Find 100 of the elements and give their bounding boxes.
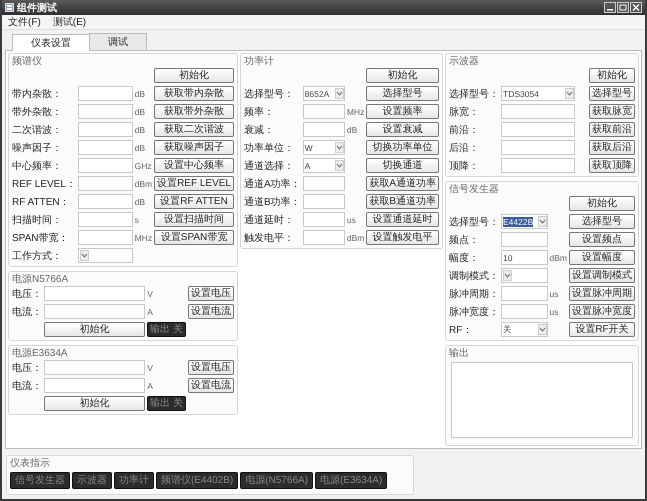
action-button[interactable]: 切换通道 — [366, 158, 439, 173]
dropdown-value: A — [304, 160, 310, 170]
input-field[interactable] — [501, 104, 575, 119]
input-field[interactable] — [78, 194, 133, 209]
action-button[interactable]: 设置电流 — [188, 304, 234, 319]
field-label: 电流： — [12, 380, 42, 392]
action-button[interactable]: 获取带内杂散 — [154, 86, 234, 101]
dropdown[interactable]: TDS3054 — [501, 86, 575, 101]
input-field[interactable] — [501, 140, 575, 155]
indicator-button[interactable]: 电源(E3634A) — [315, 472, 388, 489]
dropdown[interactable]: A — [302, 158, 345, 173]
dropdown[interactable]: 关 — [501, 322, 548, 337]
action-button[interactable]: 获取前沿 — [589, 122, 635, 137]
action-button[interactable]: 选择型号 — [569, 214, 635, 229]
action-button[interactable]: 设置频率 — [366, 104, 439, 119]
action-button[interactable]: 选择型号 — [589, 86, 635, 101]
action-button[interactable]: 获取噪声因子 — [154, 140, 234, 155]
field-label: 前沿： — [449, 124, 480, 136]
indicator-button[interactable]: 信号发生器 — [10, 472, 70, 489]
field-label: 衰减： — [244, 124, 275, 136]
action-button[interactable]: 获取B通道功率 — [366, 194, 439, 209]
input-field[interactable] — [78, 122, 133, 137]
input-field[interactable] — [44, 304, 146, 319]
input-field[interactable] — [78, 158, 133, 173]
init-button[interactable]: 初始化 — [569, 196, 635, 211]
action-button[interactable]: 设置电压 — [188, 286, 234, 301]
window-title: 组件测试 — [17, 2, 57, 14]
action-button[interactable]: 设置中心频率 — [154, 158, 234, 173]
action-button[interactable]: 设置REF LEVEL — [154, 176, 234, 191]
init-button[interactable]: 初始化 — [44, 322, 146, 337]
action-button[interactable]: 设置幅度 — [569, 250, 635, 265]
field-label: 选择型号： — [244, 88, 295, 100]
input-field[interactable] — [44, 378, 146, 393]
action-button[interactable]: 获取顶降 — [589, 158, 635, 173]
action-button[interactable]: 设置电压 — [188, 360, 234, 375]
action-button[interactable]: 设置调制模式 — [569, 268, 635, 283]
dropdown[interactable]: W — [302, 140, 345, 155]
input-field[interactable] — [78, 86, 133, 101]
input-field[interactable] — [44, 286, 146, 301]
dropdown[interactable]: 8652A — [302, 86, 345, 101]
action-button[interactable]: 设置通道延时 — [366, 212, 439, 227]
action-button[interactable]: 设置RF ATTEN — [154, 194, 234, 209]
close-icon[interactable] — [630, 2, 642, 13]
action-button[interactable]: 设置频点 — [569, 232, 635, 247]
init-button[interactable]: 初始化 — [44, 396, 146, 411]
input-field[interactable] — [78, 104, 133, 119]
input-field[interactable] — [302, 212, 345, 227]
action-button[interactable]: 设置扫描时间 — [154, 212, 234, 227]
indicator-button[interactable]: 电源(N5766A) — [240, 472, 314, 489]
input-field[interactable] — [501, 158, 575, 173]
action-button[interactable]: 选择型号 — [366, 86, 439, 101]
action-button[interactable]: 设置触发电平 — [366, 230, 439, 245]
input-field[interactable]: 10 — [501, 250, 548, 265]
input-field[interactable] — [302, 104, 345, 119]
init-button[interactable]: 初始化 — [154, 68, 234, 83]
action-button[interactable]: 获取A通道功率 — [366, 176, 439, 191]
action-button[interactable]: 获取脉宽 — [589, 104, 635, 119]
maximize-icon[interactable] — [617, 2, 629, 13]
menu-item[interactable]: 测试(E) — [52, 15, 86, 29]
action-button[interactable]: 设置衰减 — [366, 122, 439, 137]
indicator-button[interactable]: 功率计 — [114, 472, 154, 489]
action-button[interactable]: 获取二次谐波 — [154, 122, 234, 137]
dropdown[interactable] — [501, 268, 548, 283]
action-button[interactable]: 切换功率单位 — [366, 140, 439, 155]
input-field[interactable] — [78, 140, 133, 155]
input-field[interactable] — [302, 194, 345, 209]
action-button[interactable]: 设置脉冲周期 — [569, 286, 635, 301]
input-field[interactable] — [302, 176, 345, 191]
unit-label: us — [550, 288, 560, 298]
input-field[interactable] — [302, 230, 345, 245]
action-button[interactable]: 获取带外杂散 — [154, 104, 234, 119]
input-field[interactable] — [501, 304, 548, 319]
indicator-button[interactable]: 频谱仪(E4402B) — [156, 472, 238, 489]
action-button[interactable]: 设置电流 — [188, 378, 234, 393]
init-button[interactable]: 初始化 — [589, 68, 635, 83]
action-button[interactable]: 设置脉冲宽度 — [569, 304, 635, 319]
tab[interactable]: 仪表设置 — [12, 34, 90, 51]
input-field[interactable] — [44, 360, 146, 375]
input-field[interactable] — [78, 212, 133, 227]
field-label: 后沿： — [449, 142, 480, 154]
input-field[interactable] — [501, 232, 548, 247]
minimize-icon[interactable] — [604, 2, 616, 13]
group-title: 仪表指示 — [10, 458, 50, 470]
output-text-area[interactable] — [451, 362, 633, 438]
action-button[interactable]: 设置SPAN带宽 — [154, 230, 234, 245]
input-field[interactable] — [302, 122, 345, 137]
action-button[interactable]: 设置RF开关 — [569, 322, 635, 337]
tab[interactable]: 调试 — [89, 33, 147, 50]
menu-item[interactable]: 文件(F) — [8, 15, 41, 29]
action-button[interactable]: 获取后沿 — [589, 140, 635, 155]
unit-label: dB — [134, 88, 146, 98]
input-field[interactable] — [78, 230, 133, 245]
dropdown[interactable]: E4422B — [501, 214, 548, 229]
init-button[interactable]: 初始化 — [366, 68, 439, 83]
input-field[interactable] — [501, 122, 575, 137]
indicator-button[interactable]: 示波器 — [72, 472, 112, 489]
output-toggle-button[interactable]: 输出 关 — [147, 396, 186, 411]
input-field[interactable] — [501, 286, 548, 301]
input-field[interactable] — [78, 176, 133, 191]
output-toggle-button[interactable]: 输出 关 — [147, 322, 186, 337]
